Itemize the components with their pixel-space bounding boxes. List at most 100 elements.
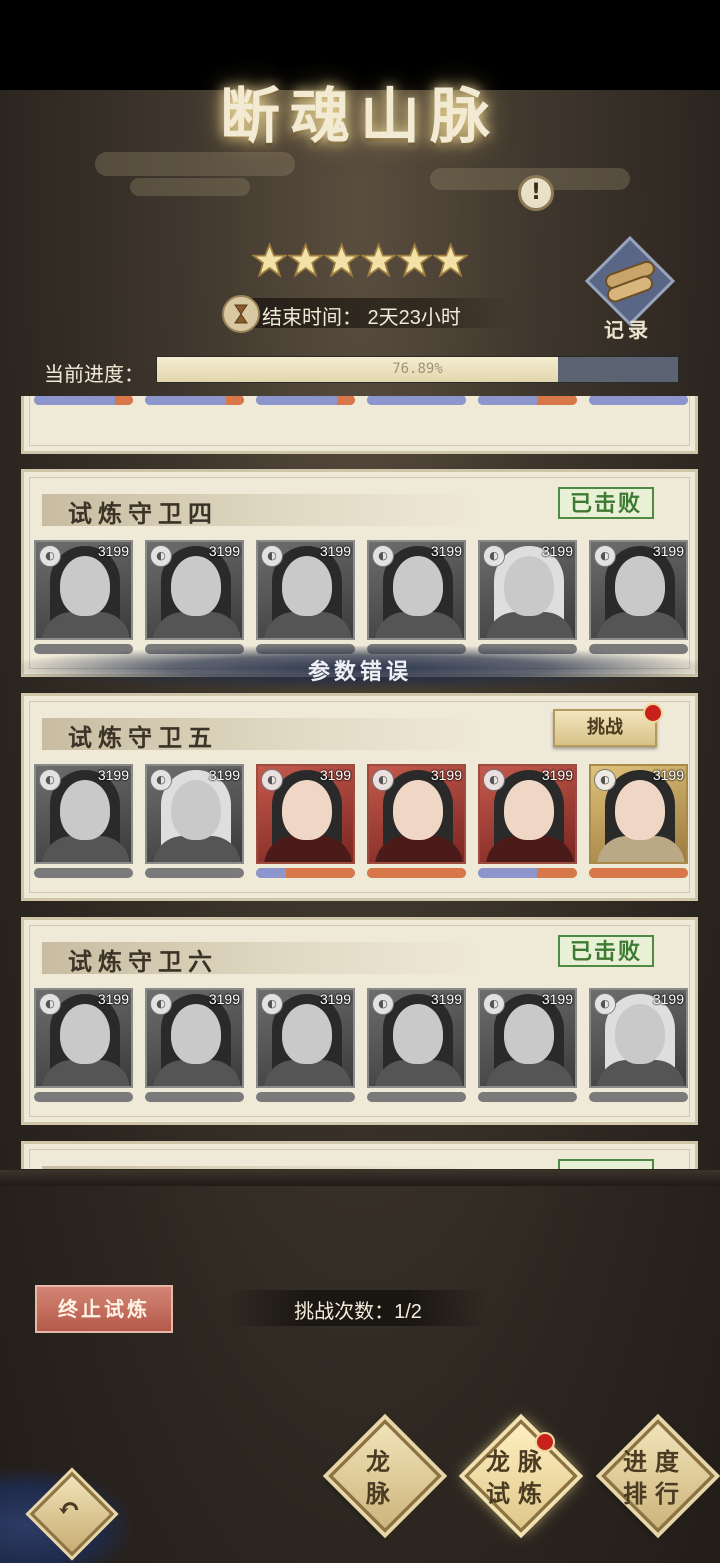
nav-label: 排行	[623, 1479, 687, 1508]
hero-card[interactable]: ◐ 3199	[256, 764, 355, 864]
hourglass-icon	[222, 295, 260, 333]
star-icon	[360, 242, 396, 278]
hp-bar	[34, 1092, 133, 1102]
power-value: 3199	[541, 991, 573, 1007]
divider	[0, 1170, 720, 1186]
element-icon: ◐	[483, 545, 505, 567]
guard-panel-title: 试炼守卫六	[68, 947, 218, 976]
page-title: 断魂山脉	[220, 82, 500, 152]
hp-bar	[589, 1092, 688, 1102]
portrait-body	[42, 836, 130, 862]
hp-bar	[34, 868, 133, 878]
hero-card[interactable]: ◐ 3199	[367, 988, 466, 1088]
hero-card[interactable]: ◐ 3199	[145, 540, 244, 640]
nav-progress-ranking[interactable]: 进度 排行	[600, 1418, 715, 1533]
record-button[interactable]: 记录	[584, 235, 676, 342]
cloud-decoration	[95, 152, 295, 176]
hp-bar	[478, 1092, 577, 1102]
hero-card[interactable]: ◐ 3199	[478, 764, 577, 864]
star-icon	[396, 242, 432, 278]
hero-card[interactable]: ◐ 3199	[34, 764, 133, 864]
power-value: 3199	[430, 767, 462, 783]
hero-card[interactable]: ◐ 3199	[478, 540, 577, 640]
portrait-face	[393, 780, 443, 840]
hero-card[interactable]: ◐ 3199	[145, 764, 244, 864]
element-icon: ◐	[150, 769, 172, 791]
power-value: 3199	[652, 991, 684, 1007]
challenge-count-text: 挑战次数：1/2	[294, 1301, 422, 1323]
power-value: 3199	[430, 991, 462, 1007]
element-icon: ◐	[372, 993, 394, 1015]
power-value: 3199	[541, 543, 573, 559]
hp-bar	[256, 1092, 355, 1102]
hero-card[interactable]: ◐ 3199	[589, 540, 688, 640]
hero-card[interactable]: ◐ 3199	[256, 540, 355, 640]
power-value: 3199	[319, 991, 351, 1007]
guard-panel: 试炼守卫五 挑战 ◐ 3199 ◐ 3199 ◐ 3199 ◐ 3199 ◐ 3199 ◐ 3199	[21, 693, 698, 901]
hp-bar	[145, 396, 244, 405]
challenge-button[interactable]: 挑战	[553, 703, 663, 747]
hero-card[interactable]: ◐ 3199	[145, 988, 244, 1088]
hero-card[interactable]: ◐ 3199	[34, 988, 133, 1088]
hp-bar	[367, 868, 466, 878]
portrait-body	[486, 1060, 574, 1086]
portrait-face	[171, 1004, 221, 1064]
portrait-face	[282, 1004, 332, 1064]
element-icon: ◐	[150, 993, 172, 1015]
star-icon	[252, 242, 288, 278]
nav-dragon-vein-trial[interactable]: 龙脉 试炼	[463, 1418, 578, 1533]
star-icon	[432, 242, 469, 278]
challenge-label: 挑战	[587, 717, 623, 738]
power-value: 3199	[208, 543, 240, 559]
power-value: 3199	[208, 767, 240, 783]
nav-label: 试炼	[486, 1479, 550, 1508]
hero-card[interactable]: ◐ 3199	[34, 540, 133, 640]
hero-card[interactable]: ◐ 3199	[589, 764, 688, 864]
element-icon: ◐	[483, 993, 505, 1015]
hero-card[interactable]: ◐ 3199	[367, 764, 466, 864]
hp-bar	[256, 396, 355, 405]
info-icon[interactable]: !	[518, 175, 554, 211]
hp-bar	[589, 396, 688, 405]
back-arrow-icon: ↶	[57, 1492, 81, 1525]
hero-cards: ◐ 3199 ◐ 3199 ◐ 3199 ◐ 3199 ◐ 3199 ◐ 3199	[34, 764, 694, 878]
guard-list[interactable]: 试炼守卫四 已击败 ◐ 3199 ◐ 3199 ◐ 3199 ◐ 3199 ◐ 3199 ◐ 3199…	[20, 396, 700, 1169]
portrait-face	[504, 556, 554, 616]
portrait-body	[264, 836, 352, 862]
progress-percent: 76.89%	[392, 361, 443, 377]
hero-card[interactable]: ◐ 3199	[589, 988, 688, 1088]
guard-panel-partial	[21, 1141, 698, 1169]
stop-trial-button[interactable]: 终止试炼	[35, 1285, 173, 1333]
nav-dragon-vein[interactable]: 龙 脉	[327, 1418, 442, 1533]
hero-card[interactable]: ◐ 3199	[367, 540, 466, 640]
portrait-body	[375, 612, 463, 638]
element-icon: ◐	[261, 993, 283, 1015]
portrait-body	[375, 836, 463, 862]
defeated-badge	[558, 1159, 654, 1169]
progress-label: 当前进度：	[44, 364, 144, 386]
power-value: 3199	[652, 543, 684, 559]
hero-card[interactable]: ◐ 3199	[478, 988, 577, 1088]
hp-bar	[256, 868, 355, 878]
portrait-face	[615, 780, 665, 840]
back-button[interactable]: ↶	[28, 1470, 115, 1557]
portrait-face	[615, 556, 665, 616]
portrait-face	[393, 556, 443, 616]
hp-bar	[145, 1092, 244, 1102]
element-icon: ◐	[39, 993, 61, 1015]
portrait-body	[264, 1060, 352, 1086]
portrait-body	[153, 1060, 241, 1086]
element-icon: ◐	[39, 545, 61, 567]
cloud-decoration	[130, 178, 250, 196]
hero-cards: ◐ 3199 ◐ 3199 ◐ 3199 ◐ 3199 ◐ 3199 ◐ 3199	[34, 540, 694, 654]
guard-panel: 试炼守卫六 已击败 ◐ 3199 ◐ 3199 ◐ 3199 ◐ 3199 ◐ 3199 ◐ 3199	[21, 917, 698, 1125]
portrait-body	[597, 612, 685, 638]
guard-panel-title: 试炼守卫五	[68, 723, 218, 752]
star-icon	[288, 242, 324, 278]
end-time-text: 结束时间： 2天23小时	[262, 307, 461, 329]
record-label: 记录	[604, 318, 652, 342]
alert-dot	[535, 1432, 555, 1452]
portrait-face	[171, 780, 221, 840]
element-icon: ◐	[261, 769, 283, 791]
hero-card[interactable]: ◐ 3199	[256, 988, 355, 1088]
